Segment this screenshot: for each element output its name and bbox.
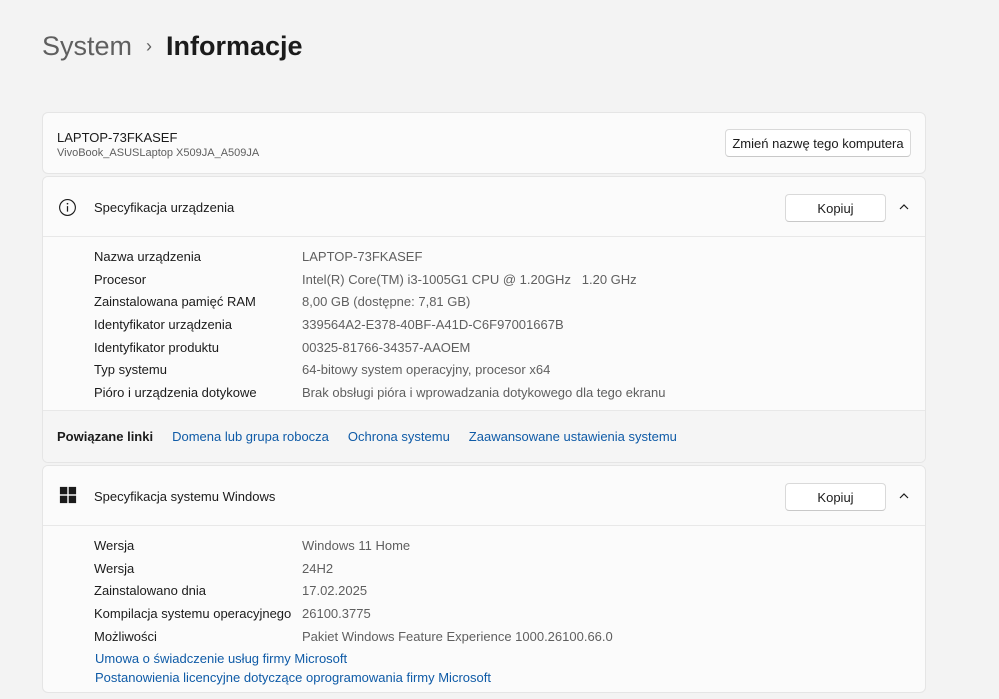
spec-row: Procesor Intel(R) Core(TM) i3-1005G1 CPU … xyxy=(94,268,666,291)
spec-label: Nazwa urządzenia xyxy=(94,248,201,264)
spec-row: Identyfikator produktu 00325-81766-34357-… xyxy=(94,336,666,359)
spec-label: Zainstalowano dnia xyxy=(94,583,207,599)
spec-row: Nazwa urządzenia LAPTOP-73FKASEF xyxy=(94,245,666,268)
spec-row: Kompilacja systemu operacyjnego 26100.377… xyxy=(94,602,613,625)
page-title: Informacje xyxy=(166,31,303,61)
spec-label: Identyfikator produktu xyxy=(94,339,220,355)
pc-model: VivoBook_ASUSLaptop X509JA_A509JA xyxy=(57,147,260,159)
spec-label: Kompilacja systemu operacyjnego xyxy=(94,605,292,621)
spec-value: Pakiet Windows Feature Experience 1000.2… xyxy=(302,628,613,644)
windows-spec-section: Specyfikacja systemu Windows Kopiuj Wers… xyxy=(42,465,926,693)
windows-logo-icon xyxy=(59,486,77,504)
info-icon xyxy=(59,199,76,216)
device-spec-title: Specyfikacja urządzenia xyxy=(94,200,235,215)
breadcrumb-separator-icon: › xyxy=(146,36,153,56)
related-links-bar: Powiązane linki Domena lub grupa robocza… xyxy=(43,410,925,462)
spec-value: 26100.3775 xyxy=(302,605,371,621)
spec-row: Zainstalowano dnia 17.02.2025 xyxy=(94,579,613,602)
rename-pc-button[interactable]: Zmień nazwę tego komputera xyxy=(725,129,911,157)
link-microsoft-software-license-terms[interactable]: Postanowienia licencyjne dotyczące oprog… xyxy=(95,668,491,687)
device-spec-section: Specyfikacja urządzenia Kopiuj Nazwa urz… xyxy=(42,176,926,463)
spec-value: 64-bitowy system operacyjny, procesor x6… xyxy=(302,362,551,378)
spec-label: Typ systemu xyxy=(94,362,167,378)
spec-value: 339564A2-E378-40BF-A41D-C6F97001667B xyxy=(302,316,564,332)
spec-value: 17.02.2025 xyxy=(302,583,368,599)
spec-row: Wersja Windows 11 Home xyxy=(94,534,613,557)
device-spec-rows: Nazwa urządzenia LAPTOP-73FKASEF Procesor… xyxy=(94,245,666,404)
spec-row: Pióro i urządzenia dotykowe Brak obsługi … xyxy=(94,381,666,404)
windows-spec-header[interactable]: Specyfikacja systemu Windows Kopiuj xyxy=(43,466,925,526)
spec-value: 8,00 GB (dostępne: 7,81 GB) xyxy=(302,294,471,310)
spec-label: Wersja xyxy=(94,560,135,576)
breadcrumb: System › Informacje xyxy=(42,30,303,62)
windows-spec-rows: Wersja Windows 11 Home Wersja 24H2 Zainsta… xyxy=(94,534,613,647)
spec-value: 00325-81766-34357-AAOEM xyxy=(302,339,471,355)
spec-label: Zainstalowana pamięć RAM xyxy=(94,294,256,310)
copy-windows-spec-button[interactable]: Kopiuj xyxy=(785,483,886,511)
copy-device-spec-button[interactable]: Kopiuj xyxy=(785,194,886,222)
related-links-label: Powiązane linki xyxy=(57,429,154,444)
link-system-protection[interactable]: Ochrona systemu xyxy=(348,429,450,444)
spec-row: Typ systemu 64-bitowy system operacyjny, … xyxy=(94,358,666,381)
windows-spec-title: Specyfikacja systemu Windows xyxy=(94,489,276,504)
link-domain-workgroup[interactable]: Domena lub grupa robocza xyxy=(172,429,329,444)
chevron-up-icon[interactable] xyxy=(897,489,911,503)
spec-row: Wersja 24H2 xyxy=(94,557,613,580)
device-spec-header[interactable]: Specyfikacja urządzenia Kopiuj xyxy=(43,177,925,237)
spec-row: Możliwości Pakiet Windows Feature Experie… xyxy=(94,625,613,648)
spec-label: Możliwości xyxy=(94,628,157,644)
spec-value: Windows 11 Home xyxy=(302,537,411,553)
breadcrumb-system[interactable]: System xyxy=(42,30,132,62)
chevron-up-icon[interactable] xyxy=(897,200,911,214)
pc-name-card: LAPTOP-73FKASEF VivoBook_ASUSLaptop X509… xyxy=(42,112,926,174)
spec-row: Zainstalowana pamięć RAM 8,00 GB (dostępn… xyxy=(94,290,666,313)
pc-name: LAPTOP-73FKASEF xyxy=(57,130,178,145)
spec-label: Procesor xyxy=(94,271,147,287)
link-advanced-system-settings[interactable]: Zaawansowane ustawienia systemu xyxy=(469,429,677,444)
spec-label: Pióro i urządzenia dotykowe xyxy=(94,384,257,400)
spec-label: Identyfikator urządzenia xyxy=(94,316,233,332)
spec-value: Intel(R) Core(TM) i3-1005G1 CPU @ 1.20GH… xyxy=(302,271,637,287)
spec-value: Brak obsługi pióra i wprowadzania dotyko… xyxy=(302,384,666,400)
spec-value: 24H2 xyxy=(302,560,334,576)
spec-value: LAPTOP-73FKASEF xyxy=(302,248,423,264)
spec-row: Identyfikator urządzenia 339564A2-E378-40… xyxy=(94,313,666,336)
windows-legal-links: Umowa o świadczenie usług firmy Microsof… xyxy=(95,649,510,687)
spec-label: Wersja xyxy=(94,537,135,553)
link-microsoft-services-agreement[interactable]: Umowa o świadczenie usług firmy Microsof… xyxy=(95,649,491,668)
